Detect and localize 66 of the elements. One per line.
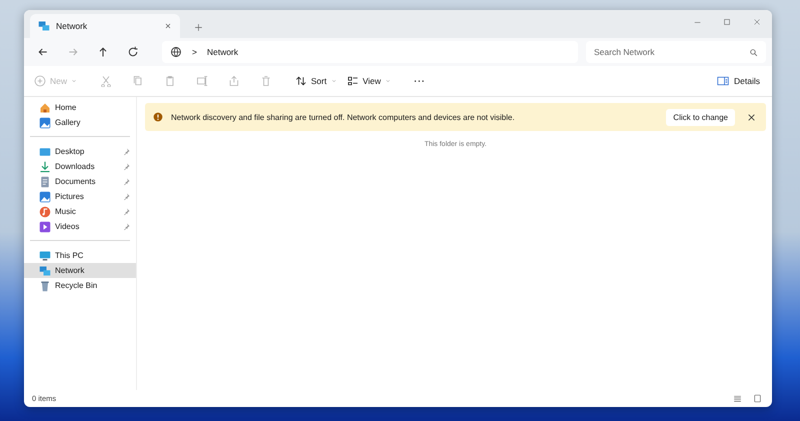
tile-icon: [752, 394, 762, 403]
warning-icon: [153, 112, 163, 122]
sidebar-item[interactable]: Gallery: [24, 115, 136, 130]
close-icon: [747, 112, 756, 122]
recycle-bin-icon: [39, 280, 51, 292]
back-arrow-icon: [37, 46, 49, 58]
caret-icon: [71, 78, 78, 84]
monitor-icon: [39, 250, 51, 262]
list-icon: [732, 394, 742, 403]
search-icon: [749, 48, 758, 56]
download-arrow-icon: [39, 160, 51, 172]
search-field[interactable]: Search Network: [586, 41, 766, 63]
up-arrow-icon: [97, 46, 109, 58]
copy-icon: [132, 75, 144, 87]
sidebar-item[interactable]: Music: [24, 204, 136, 219]
sidebar-item[interactable]: Documents: [24, 174, 136, 189]
pin-icon: [123, 193, 130, 200]
pin-icon: [123, 223, 130, 230]
sidebar-item[interactable]: Network: [24, 263, 136, 278]
plus-icon: [194, 23, 203, 32]
details-pane-icon: [717, 75, 730, 87]
caret-icon: [330, 78, 337, 84]
house-icon: [39, 102, 51, 114]
sidebar-item[interactable]: Home: [24, 100, 136, 115]
music-note-icon: [39, 206, 51, 218]
sidebar-item[interactable]: This PC: [24, 248, 136, 263]
desktop-icon: [39, 146, 51, 158]
tab[interactable]: Network: [30, 14, 180, 38]
address-bar[interactable]: > Network: [162, 41, 578, 63]
pin-icon: [123, 208, 130, 215]
video-icon: [39, 220, 51, 232]
more-button[interactable]: ···: [404, 69, 435, 93]
network-computers-icon: [38, 20, 50, 32]
details-button[interactable]: Details: [711, 69, 766, 93]
view-list-icon: [346, 75, 359, 87]
pin-icon: [123, 163, 130, 170]
change-settings-button[interactable]: Click to change: [666, 108, 735, 126]
close-icon: [164, 22, 172, 30]
sort-icon: [295, 75, 308, 87]
sidebar-item[interactable]: Desktop: [24, 144, 136, 159]
close-icon: [753, 18, 761, 26]
picture-icon: [39, 116, 51, 128]
sort-button[interactable]: Sort: [291, 69, 341, 93]
maximize-icon: [723, 18, 731, 26]
rename-icon: [196, 75, 208, 87]
sidebar-item[interactable]: Videos: [24, 219, 136, 234]
sidebar-item[interactable]: Recycle Bin: [24, 278, 136, 293]
location-text: Network: [206, 47, 238, 57]
document-icon: [39, 176, 51, 188]
breadcrumb-separator: >: [192, 47, 197, 57]
pin-icon: [123, 178, 130, 185]
pin-icon: [123, 148, 130, 155]
picture-icon: [39, 190, 51, 202]
network-computers-icon: [39, 264, 51, 276]
trash-icon: [260, 75, 272, 87]
caret-icon: [384, 78, 391, 84]
sidebar-item[interactable]: Pictures: [24, 189, 136, 204]
scissors-icon: [100, 75, 112, 87]
refresh-icon: [127, 46, 139, 58]
view-button[interactable]: View: [342, 69, 395, 93]
clipboard-icon: [164, 75, 176, 87]
forward-arrow-icon: [67, 46, 79, 58]
banner-message: Network discovery and file sharing are turned off. Network computers and devices are not visible.: [171, 112, 516, 122]
globe-icon: [170, 46, 182, 58]
share-icon: [228, 75, 240, 87]
sidebar-item[interactable]: Downloads: [24, 159, 136, 174]
